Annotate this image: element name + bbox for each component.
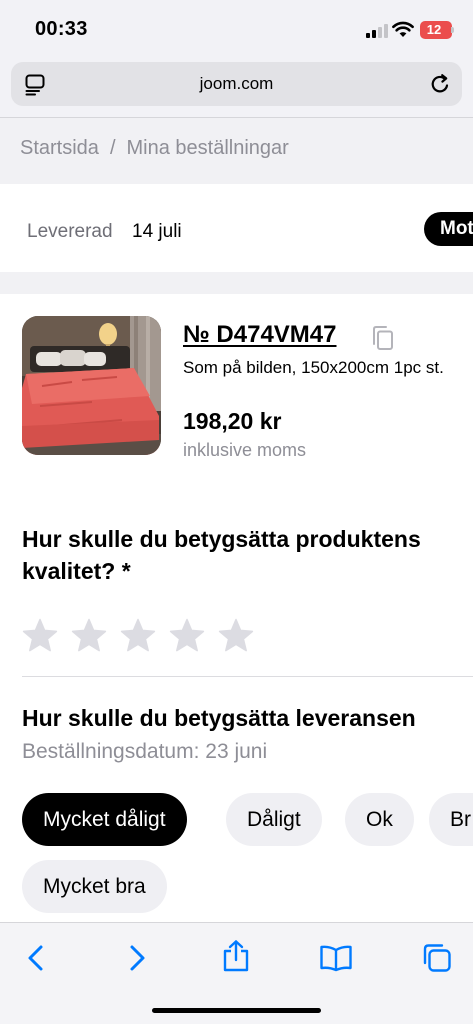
rating-option-very-good[interactable]: Mycket bra [22, 860, 167, 913]
battery-cap [451, 27, 454, 33]
home-indicator[interactable] [152, 1008, 321, 1013]
back-icon[interactable] [26, 943, 46, 973]
battery-icon: 12 [420, 21, 452, 39]
star-2-icon[interactable] [71, 618, 107, 654]
star-5-icon[interactable] [218, 618, 254, 654]
delivery-status-label: Levererad [27, 221, 113, 242]
section-divider [22, 676, 473, 677]
browser-address-area: joom.com [0, 58, 473, 118]
delivery-rating-question: Hur skulle du betygsätta leveransen [22, 705, 416, 731]
order-date: Beställningsdatum: 23 juni [22, 740, 268, 763]
rating-option-bad[interactable]: Dåligt [226, 793, 322, 846]
breadcrumb-area: Startsida / Mina beställningar [0, 118, 473, 184]
status-time: 00:33 [35, 18, 88, 40]
breadcrumb-current[interactable]: Mina beställningar [127, 137, 289, 159]
share-icon[interactable] [221, 939, 251, 973]
bookmarks-icon[interactable] [319, 944, 353, 972]
quality-rating-question: Hur skulle du betygsätta produktens kval… [22, 526, 421, 584]
product-image[interactable] [22, 316, 161, 455]
vat-note: inklusive moms [183, 440, 307, 460]
breadcrumb: Startsida / Mina beställningar [20, 137, 289, 160]
rating-option-ok[interactable]: Ok [345, 793, 414, 846]
rating-option-good[interactable]: Br [429, 793, 473, 846]
received-button[interactable]: Mott [424, 212, 473, 246]
breadcrumb-home-link[interactable]: Startsida [20, 137, 99, 159]
signal-icon [366, 24, 388, 38]
star-1-icon[interactable] [22, 618, 58, 654]
delivery-status: Levererad 14 juli Mott [0, 184, 473, 272]
reload-icon[interactable] [429, 73, 451, 95]
wifi-icon [392, 21, 414, 37]
product-description: Som på bilden, 150x200cm 1pc st. [183, 358, 444, 377]
battery-level: 12 [426, 22, 442, 37]
url-text: joom.com [199, 74, 274, 93]
star-4-icon[interactable] [169, 618, 205, 654]
status-bar: 00:33 12 [0, 0, 473, 58]
breadcrumb-separator: / [109, 137, 116, 159]
tabs-icon[interactable] [421, 942, 453, 974]
rating-option-very-bad[interactable]: Mycket dåligt [22, 793, 187, 846]
star-rating [22, 618, 254, 654]
product-price: 198,20 kr [183, 408, 282, 434]
forward-icon[interactable] [127, 943, 147, 973]
copy-icon[interactable] [371, 325, 395, 351]
delivery-date: 14 juli [132, 221, 182, 242]
order-number-link[interactable]: № D474VM47 [183, 321, 337, 349]
star-3-icon[interactable] [120, 618, 156, 654]
address-bar[interactable]: joom.com [11, 62, 462, 106]
section-gap [0, 272, 473, 294]
